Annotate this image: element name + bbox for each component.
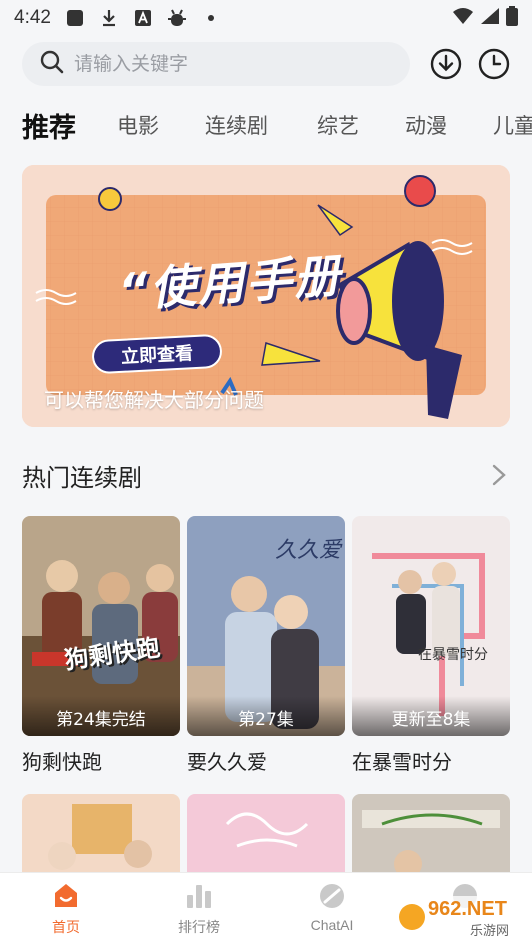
poster-art <box>22 794 180 874</box>
chevron-right-icon[interactable] <box>488 462 510 488</box>
tab-kids[interactable]: 儿童 <box>493 110 532 140</box>
section-header: 热门连续剧 <box>22 458 510 492</box>
status-bar: 4:42 <box>0 0 532 36</box>
drama-card-partial[interactable] <box>352 794 510 874</box>
search-icon <box>40 50 64 78</box>
nav-label: ChatAI <box>310 917 354 933</box>
watermark-text: 962.NET <box>428 898 507 920</box>
tab-variety[interactable]: 综艺 <box>317 110 359 140</box>
category-tabs: 推荐 电影 连续剧 综艺 动漫 儿童 <box>0 100 532 152</box>
signal-icon <box>480 7 500 30</box>
episode-badge: 第27集 <box>187 696 345 736</box>
poster-art <box>187 794 345 874</box>
nav-label: 首页 <box>52 919 80 935</box>
download-status-icon <box>99 8 119 28</box>
font-status-icon <box>133 8 153 28</box>
nav-label: 排行榜 <box>178 919 220 935</box>
chat-ai-icon <box>320 884 344 908</box>
watermark-logo: 962.NET 乐游网 <box>392 892 528 942</box>
banner-view-button[interactable]: 立即查看 <box>91 333 223 375</box>
search-bar[interactable] <box>22 42 410 86</box>
wifi-icon <box>452 7 474 30</box>
app-notification-icon <box>65 8 85 28</box>
status-time: 4:42 <box>14 7 51 28</box>
poster-logo-text: 在暴雪时分 <box>418 647 488 663</box>
battery-icon <box>506 5 518 31</box>
download-icon <box>430 48 462 80</box>
tab-series[interactable]: 连续剧 <box>205 110 268 140</box>
nav-home[interactable]: 首页 <box>26 881 106 937</box>
watermark-subtext: 乐游网 <box>470 924 510 939</box>
poster-logo-text: 久久爱 <box>275 538 342 563</box>
poster-image: 狗剩快跑 第24集完结 <box>22 516 180 736</box>
drama-card-partial[interactable] <box>187 794 345 874</box>
nav-ranking[interactable]: 排行榜 <box>159 881 239 937</box>
tab-movie[interactable]: 电影 <box>117 110 159 140</box>
search-input[interactable] <box>74 53 374 75</box>
poster-image: 久久爱 第27集 <box>187 516 345 736</box>
episode-badge: 更新至8集 <box>352 696 510 736</box>
poster-art <box>352 794 510 874</box>
drama-card-partial[interactable] <box>22 794 180 874</box>
history-button[interactable] <box>478 48 510 80</box>
nav-chatai[interactable]: ChatAI <box>292 881 372 933</box>
card-title: 在暴雪时分 <box>352 750 452 774</box>
card-title: 要久久爱 <box>187 750 267 774</box>
promo-banner[interactable]: “使用手册 立即查看 可以帮您解决大部分问题 <box>22 165 510 427</box>
clock-icon <box>478 48 510 80</box>
card-title: 狗剩快跑 <box>22 750 102 774</box>
banner-caption: 可以帮您解决大部分问题 <box>44 388 264 412</box>
section-title: 热门连续剧 <box>22 464 142 492</box>
bug-status-icon <box>167 8 187 28</box>
dot-status-icon <box>201 8 221 28</box>
download-button[interactable] <box>430 48 462 80</box>
search-row <box>0 42 532 88</box>
ranking-icon <box>187 885 211 908</box>
episode-badge: 第24集完结 <box>22 696 180 736</box>
tab-recommend[interactable]: 推荐 <box>22 106 76 145</box>
drama-card[interactable]: 久久爱 第27集 要久久爱 <box>187 516 345 775</box>
drama-card[interactable]: 狗剩快跑 第24集完结 狗剩快跑 <box>22 516 180 775</box>
home-icon <box>55 884 77 907</box>
poster-image: 在暴雪时分 更新至8集 <box>352 516 510 736</box>
drama-card[interactable]: 在暴雪时分 更新至8集 在暴雪时分 <box>352 516 510 775</box>
tab-anime[interactable]: 动漫 <box>405 110 447 140</box>
